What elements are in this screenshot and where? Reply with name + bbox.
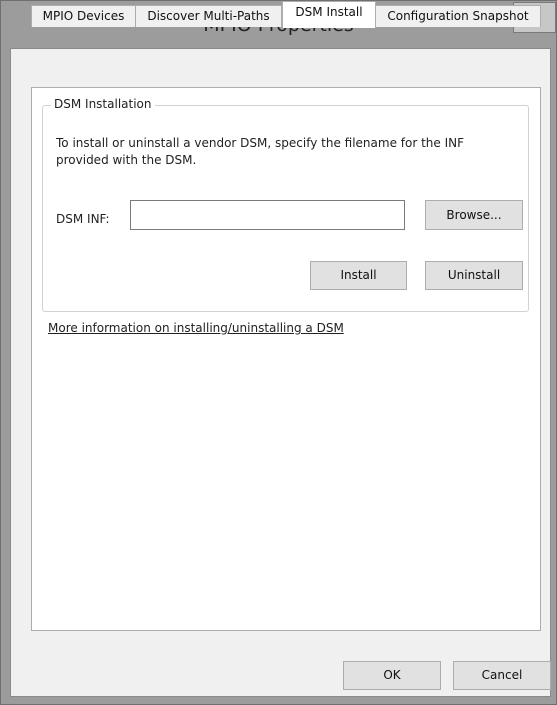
tab-label: DSM Install bbox=[295, 5, 363, 19]
tab-configuration-snapshot[interactable]: Configuration Snapshot bbox=[375, 5, 541, 27]
more-information-link[interactable]: More information on installing/uninstall… bbox=[48, 321, 344, 335]
browse-button[interactable]: Browse... bbox=[425, 200, 523, 230]
dsm-inf-label: DSM INF: bbox=[56, 212, 110, 226]
instructions-text: To install or uninstall a vendor DSM, sp… bbox=[56, 136, 464, 167]
uninstall-button[interactable]: Uninstall bbox=[425, 261, 523, 290]
dsm-installation-group: DSM Installation To install or uninstall… bbox=[42, 97, 529, 312]
tab-mpio-devices[interactable]: MPIO Devices bbox=[31, 5, 136, 27]
dsm-install-panel: DSM Installation To install or uninstall… bbox=[31, 87, 541, 631]
tab-dsm-install[interactable]: DSM Install bbox=[282, 1, 376, 28]
tab-discover-multi-paths[interactable]: Discover Multi-Paths bbox=[135, 5, 282, 27]
mpio-properties-window: MPIO Properties x MPIO Devices Discover … bbox=[0, 0, 557, 705]
cancel-button[interactable]: Cancel bbox=[453, 661, 551, 690]
ok-button[interactable]: OK bbox=[343, 661, 441, 690]
tab-label: Configuration Snapshot bbox=[387, 9, 529, 23]
install-button[interactable]: Install bbox=[310, 261, 407, 290]
group-title: DSM Installation bbox=[51, 97, 155, 111]
tab-label: Discover Multi-Paths bbox=[147, 9, 270, 23]
dsm-inf-input[interactable] bbox=[130, 200, 405, 230]
tab-label: MPIO Devices bbox=[42, 9, 125, 23]
